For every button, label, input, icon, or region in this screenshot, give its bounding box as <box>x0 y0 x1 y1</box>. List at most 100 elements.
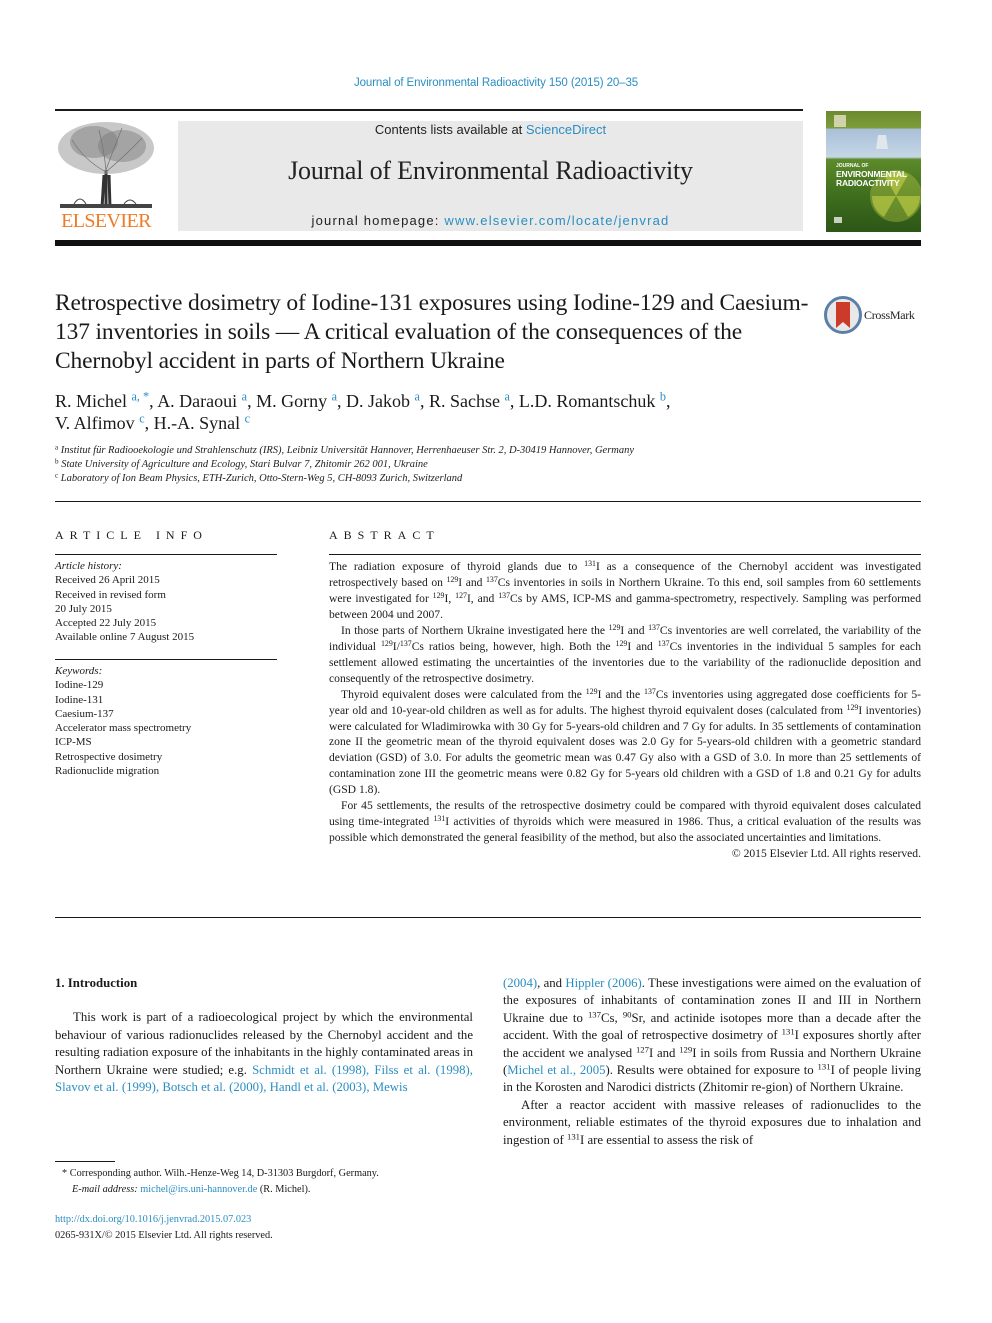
elsevier-wordmark: ELSEVIER <box>61 210 151 232</box>
affiliations: a Institut für Radiooekologie und Strahl… <box>55 444 855 487</box>
email-link[interactable]: michel@irs.uni-hannover.de <box>140 1184 257 1195</box>
isotope-mass-number: 129 <box>608 622 621 632</box>
reference-link[interactable]: (2004) <box>503 976 537 990</box>
abstract-paragraph: For 45 settlements, the results of the r… <box>329 799 921 845</box>
homepage-prefix: journal homepage: <box>311 213 445 228</box>
article-history: Article history: Received 26 April 2015 … <box>55 559 277 645</box>
body-column-left: 1. Introduction This work is part of a r… <box>55 975 473 1096</box>
keyword: Accelerator mass spectrometry <box>55 722 192 735</box>
journal-citation-link[interactable]: Journal of Environmental Radioactivity 1… <box>0 77 992 89</box>
isotope-mass-number: 129 <box>432 590 445 600</box>
isotope-mass-number: 127 <box>635 1044 649 1055</box>
body-column-right: (2004), and Hippler (2006). These invest… <box>503 975 921 1149</box>
history-label: Article history: <box>55 560 122 572</box>
email-suffix: (R. Michel). <box>257 1183 311 1195</box>
author-affiliation-marker[interactable]: a, * <box>132 390 150 404</box>
crossmark-label: CrossMark <box>864 308 915 322</box>
reference-link[interactable]: Hippler (2006) <box>565 976 641 990</box>
abstract-paragraph: Thyroid equivalent doses were calculated… <box>329 686 921 797</box>
author-affiliation-marker[interactable]: c <box>245 412 250 426</box>
homepage-line: journal homepage: www.elsevier.com/locat… <box>178 213 803 228</box>
isotope-mass-number: 137 <box>485 574 498 584</box>
sciencedirect-link[interactable]: ScienceDirect <box>526 122 606 137</box>
doi-link[interactable]: http://dx.doi.org/10.1016/j.jenvrad.2015… <box>55 1214 251 1225</box>
body-paragraph: This work is part of a radioecological p… <box>55 1010 473 1095</box>
isotope-mass-number: 129 <box>380 638 393 648</box>
author-affiliation-marker[interactable]: a <box>415 390 420 404</box>
isotope-mass-number: 129 <box>846 702 859 712</box>
footnote-rule <box>55 1161 115 1162</box>
isotope-mass-number: 129 <box>446 574 459 584</box>
isotope-mass-number: 137 <box>587 1009 601 1020</box>
affiliation-key: b <box>55 457 59 466</box>
keyword: ICP-MS <box>55 736 92 749</box>
isotope-mass-number: 137 <box>657 638 670 648</box>
reference-link[interactable]: Schmidt et al. (1998), Filss et al. (199… <box>55 1063 473 1094</box>
author-affiliation-marker[interactable]: a <box>332 390 337 404</box>
email-line: E-mail address: michel@irs.uni-hannover.… <box>62 1182 482 1198</box>
author-name[interactable]: M. Gorny <box>256 391 327 411</box>
body-paragraph: (2004), and Hippler (2006). These invest… <box>503 976 922 1095</box>
affiliation-item: a Institut für Radiooekologie und Strahl… <box>55 443 635 456</box>
divider <box>329 554 921 555</box>
affiliation-item: c Laboratory of Ion Beam Physics, ETH-Zu… <box>55 471 463 485</box>
email-label: E-mail address: <box>72 1183 141 1195</box>
history-item: Available online 7 August 2015 <box>55 631 195 644</box>
affiliation-key: c <box>55 471 59 480</box>
article-title: Retrospective dosimetry of Iodine-131 ex… <box>55 290 809 374</box>
author-affiliation-marker[interactable]: c <box>139 412 144 426</box>
author-name[interactable]: D. Jakob <box>346 391 410 411</box>
history-item: Received in revised form <box>55 588 166 601</box>
header-rule <box>55 109 803 111</box>
keyword: Caesium-137 <box>55 707 114 720</box>
author-name[interactable]: L.D. Romantschuk <box>519 391 656 411</box>
issn-copyright: 0265-931X/© 2015 Elsevier Ltd. All right… <box>55 1229 273 1241</box>
isotope-mass-number: 90 <box>622 1009 632 1020</box>
isotope-mass-number: 129 <box>585 686 598 696</box>
isotope-mass-number: 131 <box>584 558 596 568</box>
keyword: Retrospective dosimetry <box>55 750 163 763</box>
author-affiliation-marker[interactable]: a <box>242 390 247 404</box>
corresponding-author-note: * Corresponding author. Wilh.-Henze-Weg … <box>62 1168 379 1179</box>
history-item: Accepted 22 July 2015 <box>55 617 157 630</box>
crossmark-button[interactable]: CrossMark <box>824 296 924 336</box>
author-name[interactable]: H.-A. Synal <box>154 413 241 433</box>
author-name[interactable]: R. Michel <box>55 391 127 411</box>
doi-block: http://dx.doi.org/10.1016/j.jenvrad.2015… <box>55 1212 475 1243</box>
isotope-mass-number: 131 <box>781 1026 795 1037</box>
journal-title: Journal of Environmental Radioactivity <box>288 156 693 185</box>
isotope-mass-number: 137 <box>648 622 660 632</box>
author-affiliation-marker[interactable]: a <box>504 390 509 404</box>
history-item: Received 26 April 2015 <box>55 574 160 587</box>
journal-cover-image[interactable]: JOURNAL OF ENVIRONMENTAL RADIOACTIVITY <box>826 111 921 232</box>
author-name[interactable]: V. Alfimov <box>55 413 135 433</box>
abstract-body: The radiation exposure of thyroid glands… <box>329 559 921 862</box>
affiliation-item: b State University of Agriculture and Ec… <box>55 457 428 471</box>
crossmark-icon <box>824 296 862 334</box>
keyword: Iodine-131 <box>55 693 104 706</box>
contents-prefix: Contents lists available at <box>374 122 526 137</box>
divider <box>55 917 921 918</box>
author-name[interactable]: R. Sachse <box>429 391 500 411</box>
author-name[interactable]: A. Daraoui <box>157 391 237 411</box>
author-affiliation-marker[interactable]: b <box>660 390 666 404</box>
history-item: 20 July 2015 <box>55 602 112 615</box>
author-list: R. Michel a, *, A. Daraoui a, M. Gorny a… <box>55 389 671 433</box>
divider <box>55 554 277 555</box>
isotope-mass-number: 137 <box>644 686 656 696</box>
body-paragraph: After a reactor accident with massive re… <box>503 1097 921 1147</box>
reference-link[interactable]: Michel et al., 2005 <box>507 1063 605 1077</box>
abstract-paragraph: In those parts of Northern Ukraine inves… <box>329 622 921 685</box>
article-info-heading: ARTICLE INFO <box>55 528 208 542</box>
abstract-heading: ABSTRACT <box>329 528 440 542</box>
keyword: Iodine-129 <box>55 679 104 692</box>
isotope-mass-number: 127 <box>455 590 467 600</box>
masthead-bottom-rule <box>55 240 921 246</box>
affiliation-key: a <box>55 443 59 452</box>
divider <box>55 659 277 660</box>
isotope-mass-number: 129 <box>679 1044 693 1055</box>
cover-title-line2: RADIOACTIVITY <box>836 178 900 188</box>
abstract-copyright: © 2015 Elsevier Ltd. All rights reserved… <box>731 847 921 861</box>
journal-homepage-link[interactable]: www.elsevier.com/locate/jenvrad <box>444 213 669 228</box>
isotope-mass-number: 131 <box>817 1061 831 1072</box>
